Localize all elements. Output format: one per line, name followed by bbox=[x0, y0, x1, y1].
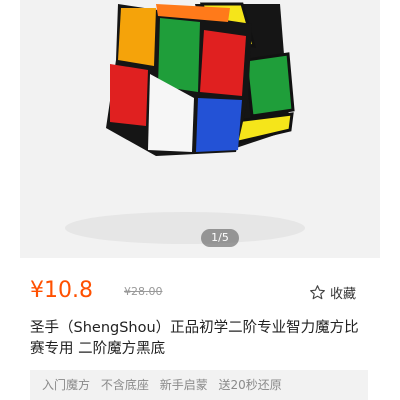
favorite-label: 收藏 bbox=[329, 286, 356, 302]
tag-item: 新手启蒙 bbox=[159, 378, 208, 392]
favorite-button[interactable]: 收藏 bbox=[309, 281, 356, 303]
tag-item: 入门魔方 bbox=[42, 378, 91, 392]
tag-item: 送20秒还原 bbox=[218, 378, 282, 392]
star-outline-icon bbox=[309, 284, 326, 301]
price-row: ¥10.8 ¥28.00 收藏 bbox=[20, 272, 380, 312]
product-detail-page: 1/5 ¥10.8 ¥28.00 收藏 圣手（ShengShou）正品初学二阶专… bbox=[0, 0, 400, 400]
product-image-gallery[interactable]: 1/5 bbox=[20, 0, 380, 258]
gallery-page-indicator: 1/5 bbox=[201, 229, 239, 247]
rubiks-cube-image bbox=[65, 2, 305, 244]
original-price: ¥28.00 bbox=[124, 285, 163, 298]
product-title: 圣手（ShengShou）正品初学二阶专业智力魔方比赛专用 二阶魔方黑底 bbox=[30, 320, 359, 357]
product-tags: 入门魔方 不含底座 新手启蒙 送20秒还原 bbox=[30, 370, 368, 400]
current-price: ¥10.8 bbox=[30, 278, 93, 303]
tag-item: 不含底座 bbox=[100, 378, 149, 392]
